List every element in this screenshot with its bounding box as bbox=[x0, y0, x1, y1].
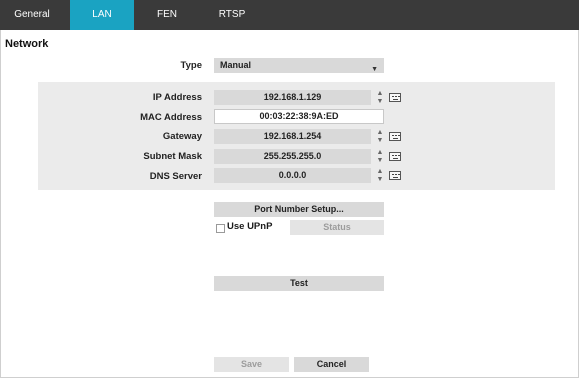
mac-address-field: 00:03:22:38:9A:ED bbox=[214, 109, 384, 124]
type-dropdown[interactable]: Manual ▼ bbox=[214, 58, 384, 73]
spin-up-icon[interactable]: ▲ bbox=[376, 129, 384, 136]
subnet-spinner[interactable]: ▲ ▼ bbox=[376, 149, 384, 164]
tab-lan[interactable]: LAN bbox=[70, 0, 134, 30]
spin-up-icon[interactable]: ▲ bbox=[376, 149, 384, 156]
port-number-setup-button[interactable]: Port Number Setup... bbox=[214, 202, 384, 217]
spin-up-icon[interactable]: ▲ bbox=[376, 168, 384, 175]
type-label: Type bbox=[180, 60, 202, 71]
keyboard-icon[interactable] bbox=[389, 171, 401, 180]
gateway-field[interactable]: 192.168.1.254 bbox=[214, 129, 371, 144]
use-upnp-checkbox[interactable] bbox=[216, 224, 225, 233]
type-value: Manual bbox=[220, 60, 252, 70]
gateway-label: Gateway bbox=[162, 131, 202, 142]
spin-down-icon[interactable]: ▼ bbox=[376, 176, 384, 183]
status-button[interactable]: Status bbox=[290, 220, 384, 235]
ip-address-field[interactable]: 192.168.1.129 bbox=[214, 90, 371, 105]
section-title-network: Network bbox=[5, 38, 49, 50]
test-button[interactable]: Test bbox=[214, 276, 384, 291]
dns-server-field[interactable]: 0.0.0.0 bbox=[214, 168, 371, 183]
mac-address-label: MAC Address bbox=[140, 112, 202, 123]
spin-down-icon[interactable]: ▼ bbox=[376, 98, 384, 105]
spin-down-icon[interactable]: ▼ bbox=[376, 137, 384, 144]
tab-general[interactable]: General bbox=[0, 0, 64, 30]
dropdown-arrow-icon: ▼ bbox=[371, 66, 378, 73]
tab-rtsp[interactable]: RTSP bbox=[200, 0, 264, 30]
gateway-spinner[interactable]: ▲ ▼ bbox=[376, 129, 384, 144]
use-upnp-label[interactable]: Use UPnP bbox=[227, 221, 272, 232]
keyboard-icon[interactable] bbox=[389, 93, 401, 102]
subnet-mask-label: Subnet Mask bbox=[143, 151, 202, 162]
cancel-button[interactable]: Cancel bbox=[294, 357, 369, 372]
spin-up-icon[interactable]: ▲ bbox=[376, 90, 384, 97]
keyboard-icon[interactable] bbox=[389, 132, 401, 141]
ip-address-label: IP Address bbox=[152, 92, 202, 103]
subnet-mask-field[interactable]: 255.255.255.0 bbox=[214, 149, 371, 164]
spin-down-icon[interactable]: ▼ bbox=[376, 157, 384, 164]
tab-fen[interactable]: FEN bbox=[135, 0, 199, 30]
tab-bar: General LAN FEN RTSP bbox=[0, 0, 579, 30]
ip-spinner[interactable]: ▲ ▼ bbox=[376, 90, 384, 105]
dns-spinner[interactable]: ▲ ▼ bbox=[376, 168, 384, 183]
keyboard-icon[interactable] bbox=[389, 152, 401, 161]
save-button[interactable]: Save bbox=[214, 357, 289, 372]
dns-server-label: DNS Server bbox=[149, 171, 202, 182]
